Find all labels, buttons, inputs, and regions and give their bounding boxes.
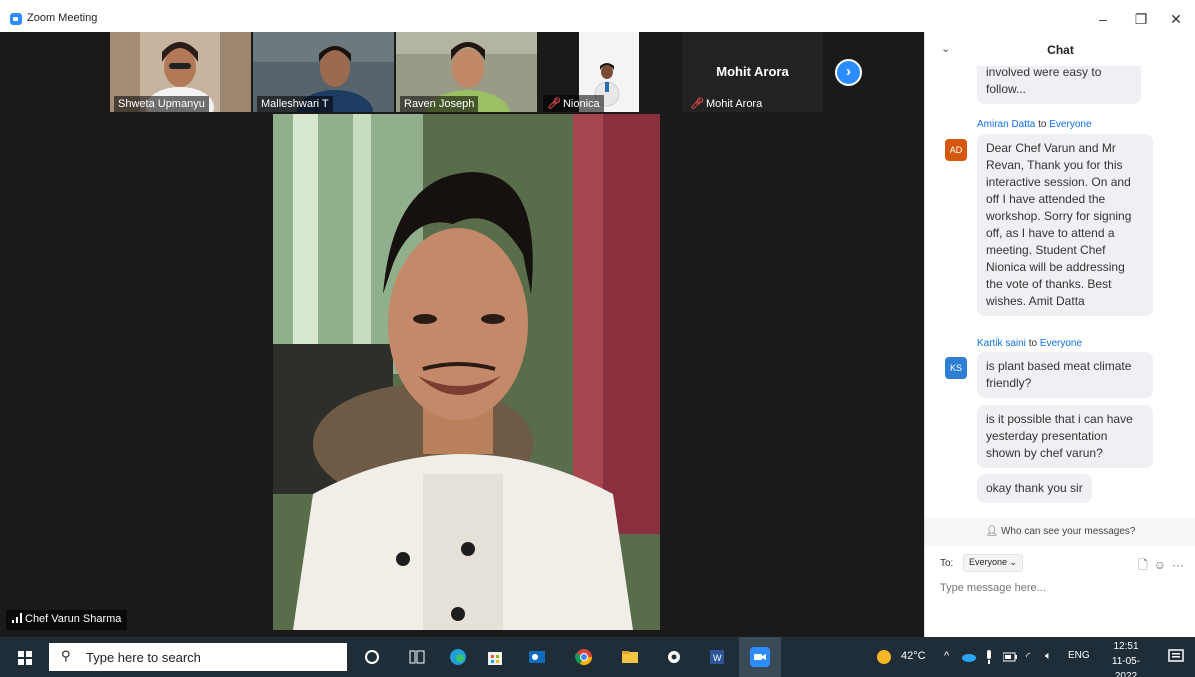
weather-sun-icon[interactable] [876, 649, 892, 665]
taskbar-search[interactable]: ⚲ Type here to search [49, 643, 347, 671]
emoji-icon[interactable]: ☺ [1154, 558, 1166, 572]
edge-browser-icon[interactable] [448, 647, 468, 667]
system-clock[interactable]: 12:51 11-05-2022 [1101, 639, 1151, 677]
signal-strength-icon [12, 613, 22, 623]
active-speaker-video [273, 114, 660, 630]
input-language[interactable]: ENG [1068, 650, 1090, 661]
participant-tile[interactable]: Shweta Upmanyu [110, 32, 251, 112]
message-input[interactable] [940, 582, 1180, 594]
chat-sender-line: Kartik saini to Everyone [977, 338, 1083, 349]
settings-gear-icon[interactable] [664, 647, 684, 667]
cortana-icon[interactable] [362, 647, 382, 667]
notification-center-icon[interactable] [1167, 648, 1185, 666]
participant-name: Malleshwari T [257, 96, 333, 112]
outlook-icon[interactable] [527, 647, 547, 667]
active-speaker-label: Chef Varun Sharma [6, 610, 128, 630]
participant-name: Shweta Upmanyu [114, 96, 209, 112]
show-hidden-icons-icon[interactable]: ^ [944, 650, 949, 662]
participant-center-name: Mohit Arora [716, 64, 789, 79]
avatar: AD [945, 139, 967, 161]
participant-tile[interactable]: 🎤︎ Nionica [539, 32, 680, 112]
window-title: Zoom Meeting [27, 12, 98, 24]
chat-compose: To: Everyone ⌄ 🗋 ☺ ··· [925, 546, 1195, 637]
chat-message: is it possible that i can have yesterday… [977, 405, 1153, 468]
maximize-button[interactable]: ❐ [1128, 8, 1154, 30]
zoom-app-icon [750, 647, 770, 667]
store-icon[interactable] [485, 647, 505, 667]
more-icon[interactable]: ··· [1172, 558, 1184, 572]
compose-tools: 🗋 ☺ ··· [1132, 556, 1184, 577]
who-can-see-link[interactable]: 👤︎ Who can see your messages? [925, 518, 1195, 546]
chat-header: ⌄ Chat [925, 32, 1195, 66]
chrome-icon[interactable] [574, 647, 594, 667]
chat-message: is plant based meat climate friendly? [977, 352, 1153, 398]
participant-tile[interactable]: Mohit Arora 🎤︎ Mohit Arora [682, 32, 823, 112]
chat-message: okay thank you sir [977, 474, 1092, 503]
windows-start-icon[interactable] [18, 651, 32, 665]
recipient-select[interactable]: Everyone ⌄ [963, 554, 1024, 572]
word-icon[interactable]: W [707, 647, 727, 667]
zoom-taskbar-button[interactable] [739, 637, 781, 677]
chat-message: Dear Chef Varun and Mr Revan, Thank you … [977, 134, 1153, 316]
chat-panel: ⌄ Chat involved were easy to follow... A… [924, 32, 1195, 637]
participant-tile[interactable]: Malleshwari T [253, 32, 394, 112]
chevron-right-icon: › [846, 63, 851, 80]
muted-mic-icon: 🎤︎ [690, 98, 704, 110]
zoom-logo-icon [10, 13, 22, 25]
volume-icon[interactable]: 🔈︎ [1045, 650, 1052, 663]
minimize-button[interactable]: – [1090, 8, 1116, 30]
avatar: KS [945, 357, 967, 379]
participant-tile[interactable]: Raven Joseph [396, 32, 537, 112]
search-placeholder: Type here to search [86, 650, 201, 665]
clock-date: 11-05-2022 [1111, 656, 1141, 677]
onedrive-icon[interactable] [962, 651, 976, 663]
people-icon: 👤︎ [985, 526, 999, 537]
meeting-area: Shweta Upmanyu Malleshwari T Raven Josep… [0, 32, 924, 637]
zoom-window: Zoom Meeting – ❐ ✕ Shweta Upmanyu Malles… [0, 0, 1195, 677]
chat-title: Chat [1047, 43, 1074, 57]
close-button[interactable]: ✕ [1163, 8, 1189, 30]
to-label: To: [940, 558, 954, 569]
file-explorer-icon[interactable] [620, 647, 640, 667]
svg-text:W: W [713, 653, 722, 663]
weather-temperature[interactable]: 42°C [901, 650, 926, 662]
microphone-icon[interactable] [984, 650, 994, 664]
muted-mic-icon: 🎤︎ [547, 98, 561, 110]
network-icon[interactable]: ◜ [1026, 650, 1030, 663]
battery-icon[interactable] [1003, 652, 1017, 662]
chat-messages[interactable]: involved were easy to follow... Amiran D… [925, 66, 1195, 518]
speaker-video-frame [273, 114, 660, 630]
participant-name: Raven Joseph [400, 96, 479, 112]
file-icon[interactable]: 🗋 [1138, 558, 1148, 572]
title-bar: Zoom Meeting – ❐ ✕ [0, 0, 1195, 32]
task-view-icon[interactable] [407, 647, 427, 667]
chat-message: involved were easy to follow... [977, 66, 1141, 104]
participant-name: 🎤︎ Nionica [543, 95, 604, 112]
taskbar: ⚲ Type here to search W 42°C ^ ◜ 🔈︎ ENG … [0, 637, 1195, 677]
search-icon: ⚲ [61, 648, 71, 663]
next-page-button[interactable]: › [835, 59, 862, 86]
participant-name: 🎤︎ Mohit Arora [690, 98, 763, 110]
chat-sender-line: Amiran Datta to Everyone [977, 119, 1092, 130]
clock-time: 12:51 [1113, 641, 1139, 652]
